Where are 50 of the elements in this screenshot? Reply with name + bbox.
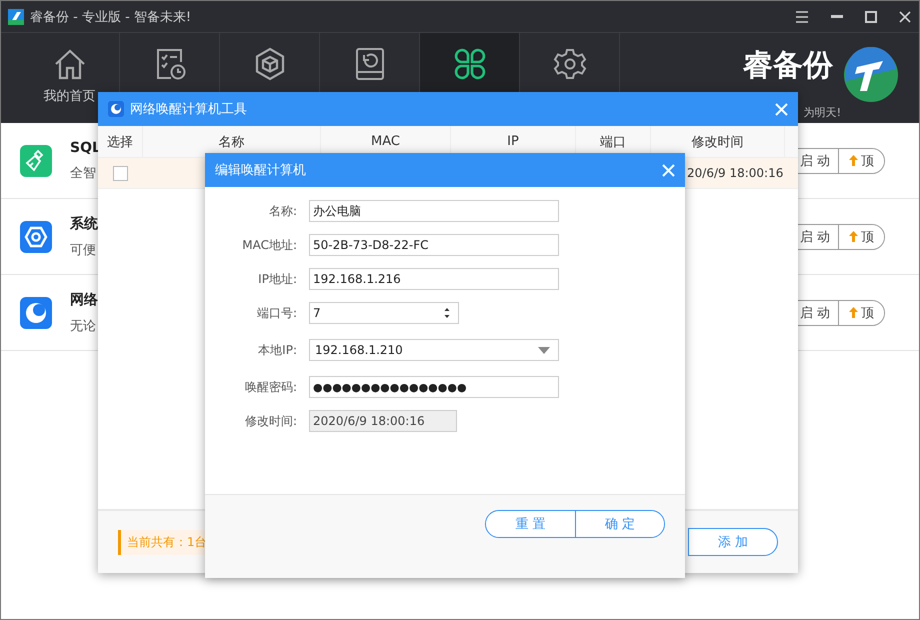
field-label: 修改时间: [244, 412, 297, 430]
settings-icon [552, 47, 586, 81]
pin-top-button[interactable]: 顶 [838, 224, 884, 248]
tab-label: 我的首页 [44, 88, 96, 105]
field-label: 名称: [268, 202, 297, 220]
close-icon[interactable] [899, 10, 911, 22]
pin-top-button[interactable]: 顶 [838, 148, 884, 172]
menu-icon[interactable] [795, 10, 809, 22]
apps-icon [452, 47, 486, 81]
tool-title: 系统 [70, 214, 98, 232]
number-field[interactable]: 7 [309, 302, 459, 324]
app-logo-icon [8, 8, 24, 24]
input-field[interactable]: 192.168.1.216 [309, 268, 559, 290]
maximize-icon[interactable] [865, 10, 877, 22]
column-header: 选择 [98, 126, 143, 157]
dropdown-field[interactable]: 192.168.1.210 [309, 339, 559, 361]
broom-icon [20, 144, 52, 176]
table-cell: 20/6/9 18:00:16 [687, 166, 784, 180]
tool-description: 无论 [70, 318, 97, 334]
tool-title: SQL [70, 140, 101, 156]
field-label: 本地IP: [257, 342, 297, 358]
row-checkbox[interactable] [113, 166, 128, 180]
tool-description: 可便 [70, 242, 97, 258]
brand-name: 睿备份 [743, 47, 833, 85]
home-icon [52, 47, 86, 81]
password-field[interactable]: ●●●●●●●●●●●●●●●● [309, 376, 559, 398]
brand-logo-icon [843, 47, 899, 103]
dialog-title: 编辑唤醒计算机 [215, 162, 306, 179]
spinner-arrows-icon[interactable] [444, 307, 450, 319]
pin-top-button[interactable]: 顶 [838, 300, 884, 324]
field-label: MAC地址: [241, 236, 297, 254]
tool-description: 全智 [70, 164, 97, 182]
moon-icon [108, 101, 124, 117]
field-label: 唤醒密码: [244, 378, 297, 396]
field-label: IP地址: [257, 270, 297, 288]
window-title: 睿备份 - 专业版 - 智备未来! [30, 8, 192, 26]
up-arrow-icon [849, 307, 858, 318]
up-arrow-icon [849, 231, 858, 242]
input-field[interactable]: 50-2B-73-D8-22-FC [309, 234, 559, 256]
input-field[interactable]: 办公电脑 [309, 200, 559, 222]
up-arrow-icon [849, 155, 858, 166]
minimize-icon[interactable] [831, 14, 843, 18]
brand-slogan: 为明天! [804, 105, 841, 120]
hex-nut-icon [20, 220, 52, 252]
tool-title: 网络 [70, 290, 98, 308]
field-label: 端口号: [256, 304, 297, 322]
caret-icon [538, 346, 550, 354]
input-field: 2020/6/9 18:00:16 [309, 410, 457, 432]
dialog-title: 网络唤醒计算机工具 [130, 101, 247, 118]
moon-icon [20, 296, 52, 328]
